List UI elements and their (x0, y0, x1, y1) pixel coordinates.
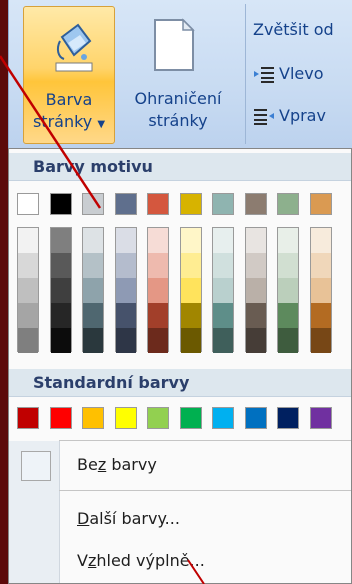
annotation-pointer-lines (0, 55, 205, 584)
